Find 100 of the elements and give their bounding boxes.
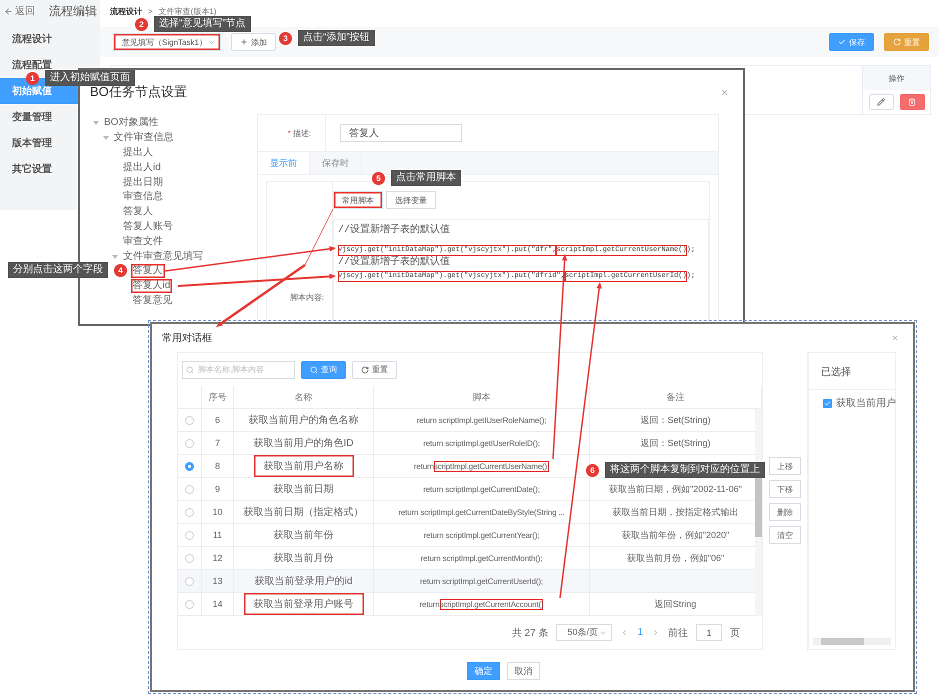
close-icon: [891, 334, 899, 342]
leader-line: [304, 208, 334, 266]
table-cell: 获取当前月份，例如"06": [626, 552, 724, 564]
caret-icon[interactable]: [112, 254, 118, 260]
search-field[interactable]: 脚本名称,脚本内容: [182, 360, 295, 378]
list-action-button[interactable]: 下移: [769, 480, 801, 498]
callout-tooltip: 选择“意见填写”节点: [154, 16, 251, 32]
callout-tooltip: 点击“添加”按钮: [298, 30, 375, 46]
table-cell: 获取当前日期，例如"2002-11-06": [609, 482, 742, 496]
refresh-icon: [361, 366, 369, 374]
page-title: 流程编辑: [49, 2, 97, 20]
row-radio[interactable]: [185, 484, 194, 494]
delete-button[interactable]: [900, 94, 924, 110]
tree-item[interactable]: 审查文件: [121, 234, 165, 249]
script-text: return: [420, 598, 440, 610]
add-button[interactable]: 添加: [231, 33, 276, 51]
tree-item[interactable]: 文件审查信息: [112, 131, 176, 146]
check-icon: [838, 38, 846, 46]
checkbox[interactable]: [823, 398, 832, 408]
breadcrumb-item: 文件审查(版本1): [158, 6, 216, 16]
table-cell: 9: [214, 484, 220, 494]
tree-item[interactable]: BO对象属性: [102, 116, 160, 130]
refresh-icon: [893, 38, 901, 46]
callout-tooltip: 进入初始赋值页面: [45, 70, 135, 86]
breadcrumb-item[interactable]: 流程设计: [110, 6, 142, 16]
scrollbar[interactable]: [813, 638, 891, 645]
table-cell: 返回：Set(String): [640, 436, 710, 450]
script-text: return scriptImpl.getCurrentYear();: [424, 530, 540, 540]
page-unit: 页: [730, 626, 740, 640]
table-cell-text: 获取当前用户的角色ID: [254, 436, 354, 450]
next-page-icon[interactable]: [651, 628, 660, 637]
tree-item[interactable]: 答复人id: [130, 279, 172, 294]
back-link[interactable]: 返回: [4, 4, 35, 18]
page-size-select[interactable]: 50条/页: [556, 624, 612, 641]
caret-icon[interactable]: [93, 120, 99, 126]
table-cell: 返回：Set(String): [640, 414, 710, 426]
row-radio[interactable]: [185, 508, 194, 516]
script-text: return scriptImpl.getCurrentUserId();: [420, 576, 543, 586]
table-cell-text: 获取当前日期: [274, 482, 334, 496]
table-cell: 获取当前用户名称: [254, 455, 354, 477]
plus-icon: [240, 38, 248, 46]
table-cell: 获取当前登录用户账号: [244, 593, 364, 615]
row-radio[interactable]: [185, 554, 194, 562]
reset-button[interactable]: 重置: [352, 360, 397, 378]
close-button[interactable]: [720, 88, 729, 96]
table-cell-text: 获取当前登录用户的id: [254, 574, 352, 588]
table-cell: 11: [212, 530, 222, 540]
row-radio[interactable]: [185, 438, 194, 448]
search-icon: [186, 366, 194, 374]
row-radio[interactable]: [185, 416, 194, 424]
script-text: return: [414, 460, 434, 472]
edit-button[interactable]: [868, 94, 894, 110]
sidebar-item[interactable]: 流程设计: [0, 26, 100, 52]
callout-tooltip: 分别点击这两个字段: [8, 262, 108, 278]
search-icon: [310, 366, 318, 374]
table-cell-text: 获取当前用户的角色名称: [248, 414, 358, 427]
tree-item[interactable]: 提出日期: [121, 176, 165, 190]
panel-title: 已选择: [809, 353, 895, 390]
list-action-button[interactable]: 上移: [769, 457, 801, 475]
tree-item[interactable]: 答复意见: [130, 294, 174, 308]
node-select[interactable]: 意见填写（SignTask1）: [113, 33, 221, 51]
table-cell: 6: [214, 415, 220, 425]
page-input[interactable]: 1: [696, 624, 722, 641]
tree-item[interactable]: 答复人账号: [121, 220, 175, 234]
caret-icon[interactable]: [102, 135, 108, 142]
column-header: 操作: [863, 66, 930, 90]
tree-item[interactable]: 文件审查意见填写: [121, 250, 205, 264]
script-text: return scriptImpl.getIUserRoleID();: [423, 438, 540, 448]
tree-item[interactable]: 提出人: [121, 146, 155, 160]
list-action-button[interactable]: 清空: [769, 526, 801, 544]
tree-item[interactable]: 审查信息: [121, 190, 165, 204]
row-radio[interactable]: [185, 530, 194, 540]
tree-item[interactable]: 提出人id: [121, 160, 163, 175]
row-radio[interactable]: [185, 600, 194, 608]
table-cell-text: 获取当前日期（指定格式）: [244, 506, 364, 519]
callout-tooltip: 将这两个脚本复制到对应的位置上: [605, 462, 765, 478]
row-radio[interactable]: [185, 576, 194, 586]
script-text: return scriptImpl.getCurrentDate();: [423, 484, 540, 494]
back-arrow-icon: [4, 6, 13, 16]
table-cell-text: 获取当前月份: [274, 552, 334, 565]
tree-item[interactable]: 答复人: [130, 264, 164, 278]
breadcrumb-separator: >: [148, 6, 153, 16]
tab[interactable]: 保存时: [310, 152, 362, 174]
script-text: return scriptImpl.getCurrentMonth();: [420, 552, 542, 564]
script-button[interactable]: 常用脚本: [333, 191, 383, 209]
trash-icon: [908, 98, 916, 106]
cancel-button[interactable]: 取消: [507, 662, 540, 680]
script-button[interactable]: 选择变量: [386, 191, 436, 209]
goto-label: 前往: [668, 626, 688, 640]
tree-item[interactable]: 答复人: [121, 205, 155, 220]
script-text: return scriptImpl.getCurrentDateByStyle(String ...: [398, 506, 565, 518]
table-cell: 7: [214, 438, 220, 448]
close-button[interactable]: [891, 334, 899, 342]
table-cell: 13: [212, 576, 222, 586]
list-action-button[interactable]: 删除: [769, 503, 801, 521]
code-comment: //设置新增子表的默认值: [338, 256, 450, 269]
row-radio[interactable]: [185, 462, 194, 470]
selected-item[interactable]: 获取当前用户: [836, 396, 896, 410]
pencil-icon: [877, 98, 885, 106]
description-field[interactable]: 答复人: [340, 124, 462, 142]
